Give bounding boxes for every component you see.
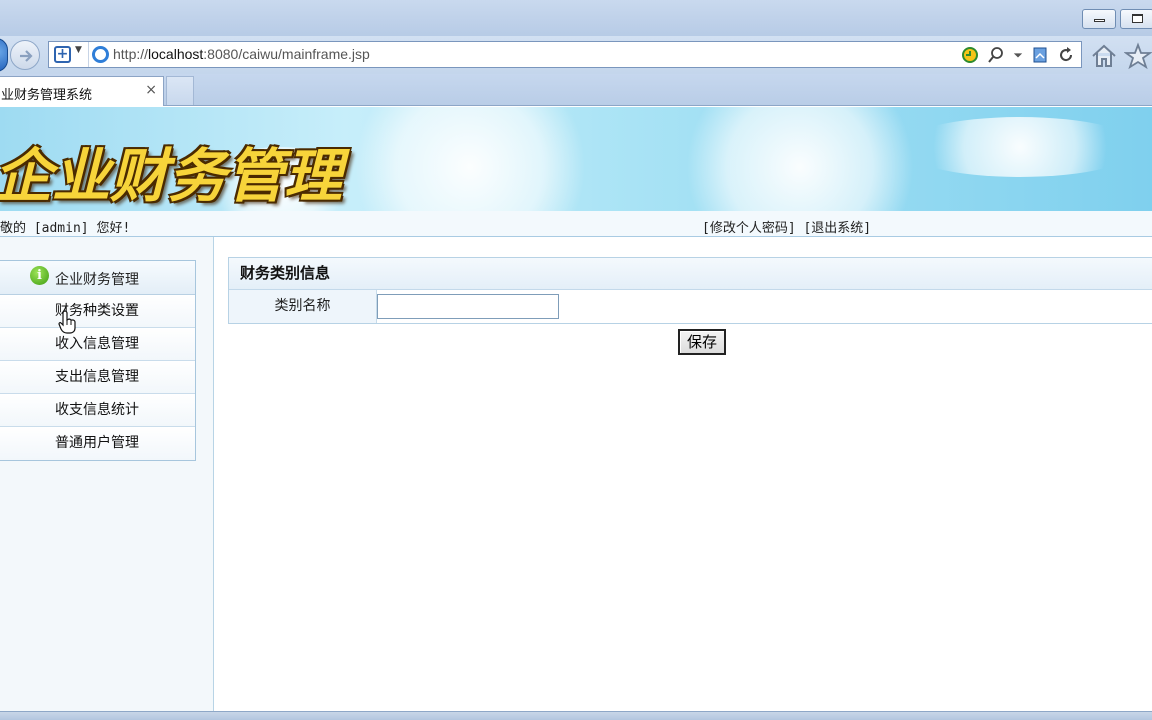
home-icon[interactable] [1090, 42, 1118, 70]
main-content: 财务类别信息 类别名称 保存 [214, 237, 1152, 711]
forward-arrow-icon [20, 50, 33, 62]
sidebar-header-label: 企业财务管理 [55, 272, 139, 288]
chevron-down-icon[interactable] [1013, 46, 1023, 64]
sidebar-menu: i 企业财务管理 财务种类设置 收入信息管理 支出信息管理 收支信息统计 普通用… [0, 260, 196, 461]
change-password-link[interactable]: [修改个人密码] [702, 221, 796, 236]
minimize-icon [1094, 19, 1105, 22]
page-banner: 企业财务管理 [0, 107, 1152, 211]
panel-title: 财务类别信息 [229, 258, 1152, 290]
minimize-button[interactable] [1082, 9, 1116, 29]
category-name-input[interactable] [377, 294, 559, 319]
form-row: 类别名称 [229, 290, 1152, 323]
maximize-button[interactable] [1120, 9, 1152, 29]
browser-navbar: + ▼ http://localhost:8080/caiwu/mainfram… [0, 36, 1152, 74]
address-bar[interactable]: + ▼ http://localhost:8080/caiwu/mainfram… [48, 41, 1082, 68]
sidebar-item-category-settings[interactable]: 财务种类设置 [0, 295, 195, 328]
category-form-panel: 财务类别信息 类别名称 [228, 257, 1152, 324]
url-text[interactable]: http://localhost:8080/caiwu/mainframe.js… [113, 46, 370, 62]
browser-tab[interactable]: 业财务管理系统 × [0, 76, 164, 106]
hand-cursor-icon [58, 310, 76, 334]
back-button[interactable] [0, 38, 8, 72]
maximize-icon [1132, 14, 1143, 23]
browser-statusbar [0, 711, 1152, 720]
ie-page-icon [92, 46, 109, 63]
sidebar: i 企业财务管理 财务种类设置 收入信息管理 支出信息管理 收支信息统计 普通用… [0, 237, 214, 711]
save-button[interactable]: 保存 [678, 329, 726, 355]
page-icon[interactable] [1031, 46, 1049, 64]
cloud-decoration [900, 117, 1140, 177]
favorites-star-icon[interactable] [1124, 42, 1152, 70]
cloud-decoration [660, 107, 940, 211]
new-tab-button[interactable] [166, 76, 194, 105]
banner-title: 企业财务管理 [0, 142, 343, 210]
browser-tabbar: 业财务管理系统 × [0, 74, 1152, 106]
address-icons [961, 45, 1075, 65]
add-icon: + [54, 46, 71, 63]
user-links: [修改个人密码] [退出系统] [702, 217, 871, 236]
sidebar-header[interactable]: i 企业财务管理 [0, 261, 195, 295]
tab-title: 业财务管理系统 [1, 88, 93, 103]
compatibility-view-icon[interactable] [961, 46, 979, 64]
url-host: localhost [148, 46, 204, 62]
forward-button[interactable] [10, 40, 40, 70]
sidebar-item-users[interactable]: 普通用户管理 [0, 427, 195, 460]
sidebar-item-income[interactable]: 收入信息管理 [0, 328, 195, 361]
browser-titlebar [0, 0, 1152, 36]
welcome-bar: 敬的 [admin] 您好! [修改个人密码] [退出系统] [0, 211, 1152, 237]
logout-link[interactable]: [退出系统] [803, 221, 871, 236]
refresh-icon[interactable] [1057, 46, 1075, 64]
url-scheme: http:// [113, 46, 149, 62]
category-name-label: 类别名称 [229, 290, 377, 323]
url-path: :8080/caiwu/mainframe.jsp [203, 46, 370, 62]
chevron-down-icon: ▼ [75, 45, 82, 55]
welcome-text: 敬的 [admin] 您好! [0, 221, 131, 236]
sidebar-item-statistics[interactable]: 收支信息统计 [0, 394, 195, 427]
close-icon[interactable]: × [145, 82, 157, 98]
compat-dropdown[interactable]: + ▼ [49, 42, 89, 67]
cloud-decoration [340, 107, 600, 211]
info-icon: i [30, 266, 49, 285]
search-icon[interactable] [987, 46, 1005, 64]
sidebar-item-expense[interactable]: 支出信息管理 [0, 361, 195, 394]
